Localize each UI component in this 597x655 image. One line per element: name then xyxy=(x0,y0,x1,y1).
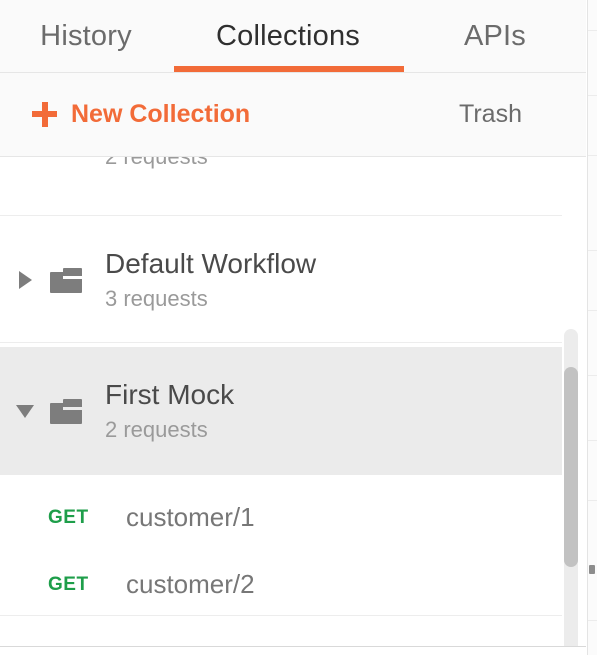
collection-label-group: Default Workflow 3 requests xyxy=(105,250,316,310)
request-method-badge: GET xyxy=(48,573,89,595)
adjacent-panel-glyph xyxy=(589,565,595,574)
folder-icon xyxy=(50,398,82,424)
collections-scrollbar-thumb[interactable] xyxy=(564,367,578,567)
tab-history[interactable]: History xyxy=(0,0,172,72)
request-row-customer-1[interactable]: GET customer/1 xyxy=(0,484,562,551)
active-tab-indicator xyxy=(174,66,404,72)
collections-toolbar: New Collection Trash xyxy=(0,73,586,157)
new-collection-label: New Collection xyxy=(71,100,251,128)
collection-name: First Mock xyxy=(105,379,235,410)
trash-button[interactable]: Trash xyxy=(459,73,522,156)
collection-row-default-workflow[interactable]: Default Workflow 3 requests xyxy=(0,216,562,344)
collection-label-group: First Mock 2 requests xyxy=(105,381,234,441)
list-divider xyxy=(0,342,562,343)
list-divider xyxy=(0,615,562,616)
tab-collections[interactable]: Collections xyxy=(172,0,404,72)
collection-request-count: 3 requests xyxy=(105,286,208,311)
collection-request-count: 2 requests xyxy=(105,157,208,168)
trash-label: Trash xyxy=(459,100,522,128)
folder-icon xyxy=(50,267,82,293)
adjacent-panel xyxy=(587,0,597,655)
plus-icon xyxy=(32,102,57,127)
collection-request-count: 2 requests xyxy=(105,417,208,442)
request-name: customer/2 xyxy=(126,569,255,599)
sidebar: History Collections APIs New Collection … xyxy=(0,0,586,655)
collection-name: Default Workflow xyxy=(105,248,317,279)
tab-apis[interactable]: APIs xyxy=(404,0,586,72)
list-item-clipped[interactable]: 2 requests xyxy=(0,157,562,186)
request-row-customer-2[interactable]: GET customer/2 xyxy=(0,551,562,618)
request-method-badge: GET xyxy=(48,506,89,528)
new-collection-button[interactable]: New Collection xyxy=(32,73,250,156)
caret-right-icon[interactable] xyxy=(0,271,50,289)
collection-row-first-mock[interactable]: First Mock 2 requests xyxy=(0,347,562,475)
caret-down-icon[interactable] xyxy=(0,404,50,418)
collections-list: 2 requests Default Workflow 3 requests xyxy=(0,157,586,647)
request-name: customer/1 xyxy=(126,502,255,532)
sidebar-tabbar: History Collections APIs xyxy=(0,0,586,73)
collections-sidebar-panel: History Collections APIs New Collection … xyxy=(0,0,597,655)
